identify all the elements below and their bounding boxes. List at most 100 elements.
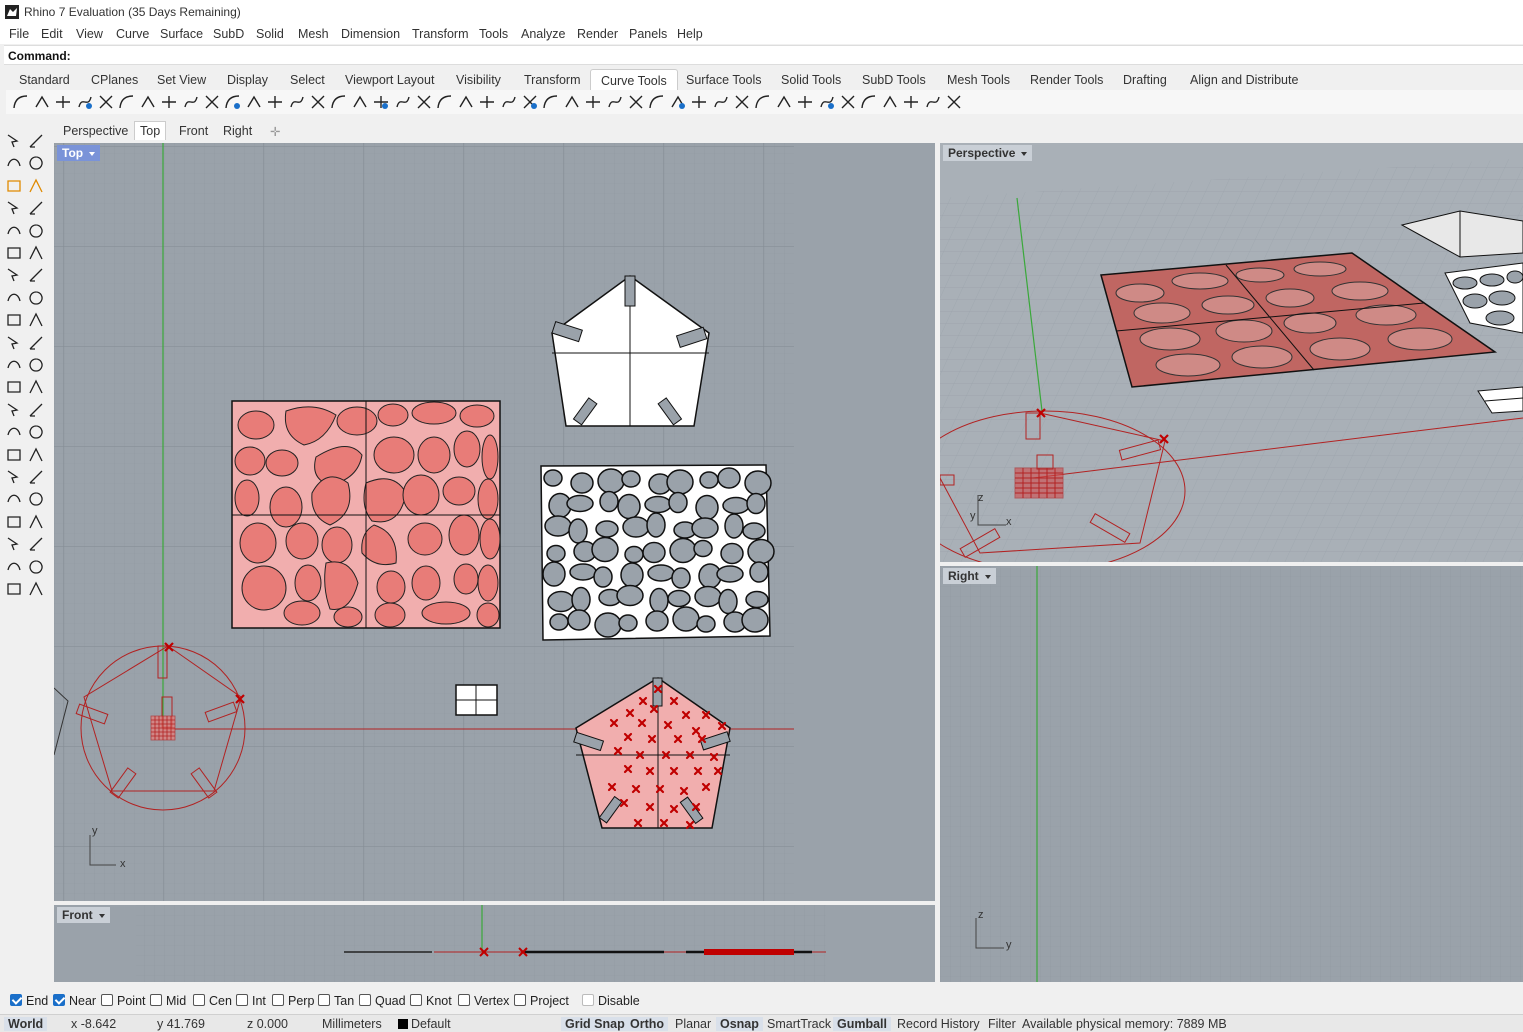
menu-render[interactable]: Render bbox=[577, 27, 618, 41]
adjust-seam-icon[interactable] bbox=[224, 93, 242, 111]
tab-drafting[interactable]: Drafting bbox=[1123, 73, 1167, 87]
select-icon[interactable] bbox=[5, 132, 23, 150]
named-view-icon[interactable] bbox=[5, 468, 23, 486]
simplify-icon[interactable] bbox=[266, 93, 284, 111]
environment-icon[interactable] bbox=[5, 513, 23, 531]
fillet-edge-icon[interactable] bbox=[27, 401, 45, 419]
osnap-end-checkbox[interactable] bbox=[10, 994, 22, 1006]
viewport-label-front[interactable]: Front bbox=[57, 907, 110, 923]
osnap-disable[interactable]: Disable bbox=[582, 994, 640, 1008]
rebuild-icon[interactable] bbox=[118, 93, 136, 111]
tab-cplanes[interactable]: CPlanes bbox=[91, 73, 138, 87]
trim-icon[interactable] bbox=[372, 93, 390, 111]
join-icon[interactable] bbox=[5, 558, 23, 576]
curve-boolean-icon[interactable] bbox=[733, 93, 751, 111]
status-units[interactable]: Millimeters bbox=[322, 1017, 382, 1031]
cylinder-icon[interactable] bbox=[27, 356, 45, 374]
weight-icon[interactable] bbox=[500, 93, 518, 111]
tab-visibility[interactable]: Visibility bbox=[456, 73, 501, 87]
status-record-history[interactable]: Record History bbox=[897, 1017, 980, 1031]
direction-icon[interactable] bbox=[648, 93, 666, 111]
snapshot-icon[interactable] bbox=[27, 468, 45, 486]
extrude-icon[interactable] bbox=[5, 334, 23, 352]
explode-icon[interactable] bbox=[27, 535, 45, 553]
extend-icon[interactable] bbox=[54, 93, 72, 111]
surface-icon[interactable] bbox=[27, 289, 45, 307]
mirror-icon[interactable] bbox=[839, 93, 857, 111]
menu-mesh[interactable]: Mesh bbox=[298, 27, 329, 41]
viewport-front[interactable]: Front bbox=[54, 905, 935, 982]
flow-icon[interactable] bbox=[775, 93, 793, 111]
white-voronoi-panel[interactable] bbox=[540, 464, 775, 641]
tab-solid-tools[interactable]: Solid Tools bbox=[781, 73, 841, 87]
sketch-icon[interactable] bbox=[351, 93, 369, 111]
block-icon[interactable] bbox=[5, 535, 23, 553]
array-icon[interactable] bbox=[860, 93, 878, 111]
rectangle-icon[interactable] bbox=[27, 222, 45, 240]
tab-select[interactable]: Select bbox=[290, 73, 325, 87]
viewport-label-top[interactable]: Top bbox=[57, 145, 101, 161]
viewport-menu-dropdown-icon[interactable] bbox=[98, 913, 105, 918]
viewport-menu-dropdown-icon[interactable] bbox=[89, 151, 96, 156]
viewport-menu-dropdown-icon[interactable] bbox=[1021, 151, 1028, 156]
osnap-cen-checkbox[interactable] bbox=[193, 994, 205, 1006]
status-smarttrack[interactable]: SmartTrack bbox=[767, 1017, 831, 1031]
viewport-right[interactable]: z y Right bbox=[940, 566, 1523, 982]
cage-icon[interactable] bbox=[924, 93, 942, 111]
scale-icon[interactable] bbox=[881, 93, 899, 111]
project-icon[interactable] bbox=[690, 93, 708, 111]
move-icon[interactable] bbox=[606, 93, 624, 111]
viewport-label-right[interactable]: Right bbox=[943, 568, 996, 584]
menu-subd[interactable]: SubD bbox=[213, 27, 244, 41]
length-icon[interactable] bbox=[436, 93, 454, 111]
handle-icon[interactable] bbox=[584, 93, 602, 111]
tab-curve-tools[interactable]: Curve Tools bbox=[590, 69, 678, 91]
menu-view[interactable]: View bbox=[76, 27, 103, 41]
edit-icon[interactable] bbox=[563, 93, 581, 111]
interp-curve-icon[interactable] bbox=[27, 177, 45, 195]
osnap-perp-checkbox[interactable] bbox=[272, 994, 284, 1006]
osnap-point-checkbox[interactable] bbox=[101, 994, 113, 1006]
render-icon[interactable] bbox=[5, 490, 23, 508]
chamfer-icon[interactable] bbox=[33, 93, 51, 111]
osnap-project-checkbox[interactable] bbox=[514, 994, 526, 1006]
status-grid-snap[interactable]: Grid Snap bbox=[561, 1017, 629, 1031]
gumball-grid[interactable] bbox=[150, 715, 176, 741]
camera-icon[interactable] bbox=[27, 446, 45, 464]
fair-icon[interactable] bbox=[139, 93, 157, 111]
mesh-icon[interactable] bbox=[27, 378, 45, 396]
osnap-disable-checkbox[interactable] bbox=[582, 994, 594, 1006]
menu-dimension[interactable]: Dimension bbox=[341, 27, 400, 41]
curve-icon[interactable] bbox=[5, 177, 23, 195]
blend-icon[interactable] bbox=[97, 93, 115, 111]
osnap-tan[interactable]: Tan bbox=[318, 994, 354, 1008]
sweep-icon[interactable] bbox=[27, 311, 45, 329]
close-curve-icon[interactable] bbox=[245, 93, 263, 111]
gumball-icon[interactable] bbox=[27, 558, 45, 576]
history-icon[interactable] bbox=[5, 580, 23, 598]
osnap-point[interactable]: Point bbox=[101, 994, 146, 1008]
pull-icon[interactable] bbox=[712, 93, 730, 111]
knot-icon[interactable] bbox=[478, 93, 496, 111]
unroll-icon[interactable] bbox=[945, 93, 963, 111]
menu-edit[interactable]: Edit bbox=[41, 27, 63, 41]
viewport-perspective[interactable]: z y x Perspective bbox=[940, 143, 1523, 562]
osnap-int[interactable]: Int bbox=[236, 994, 266, 1008]
menu-solid[interactable]: Solid bbox=[256, 27, 284, 41]
viewport-label-perspective[interactable]: Perspective bbox=[943, 145, 1033, 161]
viewport-tab-top[interactable]: Top bbox=[134, 121, 167, 140]
status-ortho[interactable]: Ortho bbox=[626, 1017, 669, 1031]
divide-icon[interactable] bbox=[415, 93, 433, 111]
tab-standard[interactable]: Standard bbox=[19, 73, 70, 87]
line-icon[interactable] bbox=[5, 154, 23, 172]
menu-analyze[interactable]: Analyze bbox=[521, 27, 565, 41]
add-viewport-tab-icon[interactable]: ✛ bbox=[270, 124, 280, 139]
status-layer[interactable]: Default bbox=[398, 1017, 451, 1031]
osnap-end[interactable]: End bbox=[10, 994, 48, 1008]
arc-icon[interactable] bbox=[5, 199, 23, 217]
texture-icon[interactable] bbox=[27, 513, 45, 531]
small-window-rect[interactable] bbox=[455, 684, 498, 716]
region-icon[interactable] bbox=[754, 93, 772, 111]
fillet-curves-icon[interactable] bbox=[12, 93, 30, 111]
osnap-tan-checkbox[interactable] bbox=[318, 994, 330, 1006]
